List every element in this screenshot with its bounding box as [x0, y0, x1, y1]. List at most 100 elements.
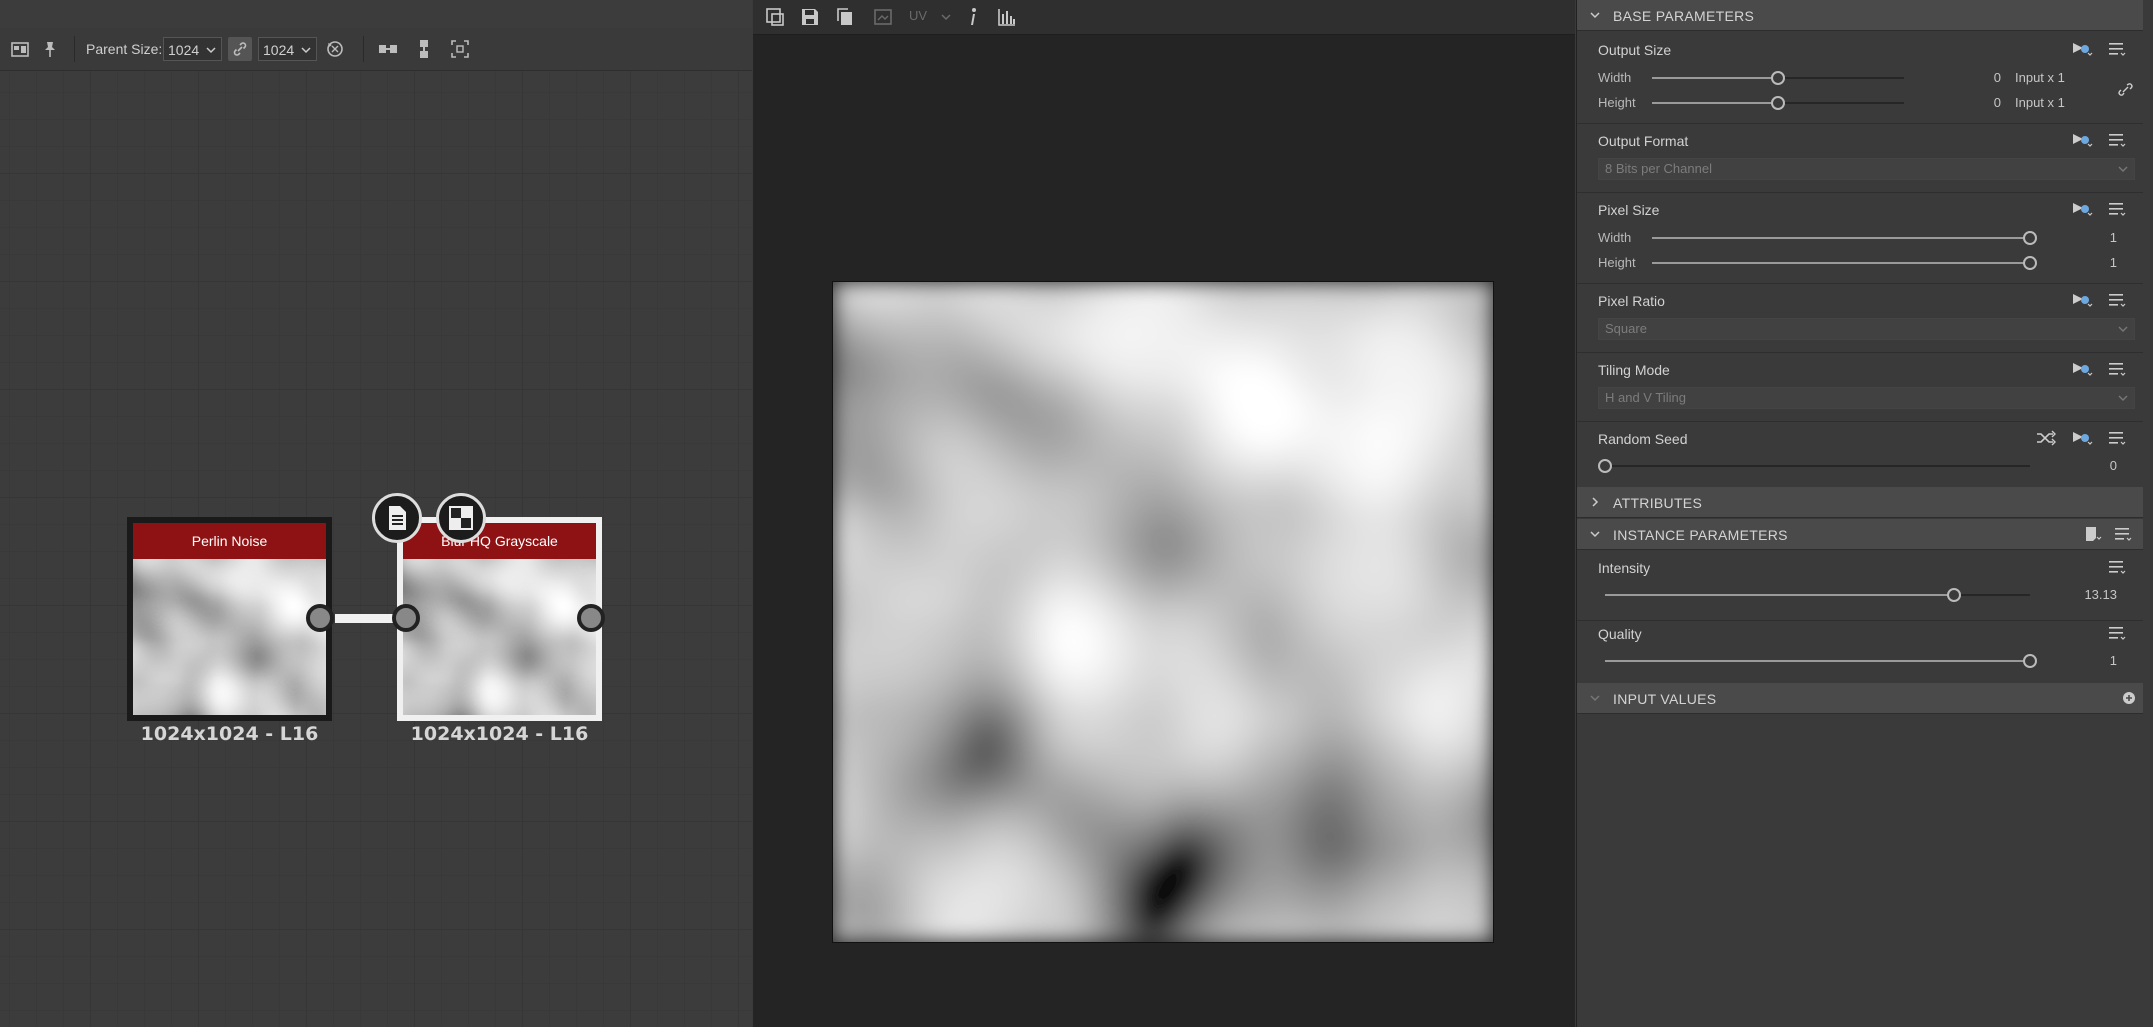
align-vertical-icon[interactable] [412, 37, 436, 61]
section-base-parameters[interactable]: BASE PARAMETERS [1577, 0, 2143, 31]
output-port[interactable] [577, 604, 605, 632]
link-size-icon[interactable] [2115, 80, 2137, 98]
parameter-menu-icon[interactable] [2107, 360, 2129, 378]
uv-menu[interactable]: UV [909, 8, 927, 23]
section-instance-parameters[interactable]: INSTANCE PARAMETERS [1577, 519, 2143, 550]
node-thumbnail [133, 559, 326, 715]
parameter-menu-icon[interactable] [2107, 558, 2129, 576]
parameter-menu-icon[interactable] [2107, 40, 2129, 58]
output-height-slider[interactable] [1652, 96, 1904, 110]
reset-size-icon[interactable] [323, 37, 347, 61]
output-size-title: Output Size [1598, 42, 1672, 58]
parameter-menu-icon[interactable] [2113, 525, 2135, 543]
intensity-value[interactable]: 13.13 [2057, 587, 2117, 602]
parameter-menu-icon[interactable] [2107, 429, 2129, 447]
document-badge-icon[interactable] [372, 493, 422, 543]
slider-knob[interactable] [1947, 588, 1961, 602]
save-icon[interactable] [798, 5, 822, 29]
exposed-parameter-icon[interactable] [2071, 200, 2093, 218]
node-caption: 1024x1024 - L16 [410, 723, 589, 745]
pixel-height-label: Height [1598, 255, 1636, 270]
chevron-down-icon [939, 6, 953, 26]
chevron-down-icon [2116, 322, 2130, 336]
random-seed-title: Random Seed [1598, 431, 1688, 447]
height-size-value: 1024 [263, 42, 295, 58]
quality-slider[interactable] [1605, 654, 2037, 668]
group-divider [1577, 620, 2143, 621]
output-format-title: Output Format [1598, 133, 1689, 149]
section-title: BASE PARAMETERS [1613, 8, 1755, 24]
graph-view-icon[interactable] [8, 37, 32, 61]
output-height-unit[interactable]: Input x 1 [2015, 95, 2065, 110]
output-width-slider[interactable] [1652, 71, 1904, 85]
parameter-menu-icon[interactable] [2107, 291, 2129, 309]
group-divider [1577, 421, 2143, 422]
align-horizontal-icon[interactable] [376, 37, 400, 61]
texture-preview[interactable] [832, 281, 1494, 943]
exposed-parameter-icon[interactable] [2071, 429, 2093, 447]
preset-icon[interactable] [2083, 525, 2105, 543]
histogram-icon[interactable] [995, 5, 1019, 29]
display-options-icon[interactable] [871, 5, 895, 29]
slider-knob[interactable] [2023, 231, 2037, 245]
output-format-select[interactable]: 8 Bits per Channel [1598, 158, 2135, 180]
tiling-mode-value: H and V Tiling [1605, 390, 1686, 405]
slider-knob[interactable] [1598, 459, 1612, 473]
output-height-value[interactable]: 0 [1957, 95, 2001, 110]
intensity-title: Intensity [1598, 560, 1651, 576]
slider-knob[interactable] [2023, 256, 2037, 270]
info-icon[interactable] [961, 5, 985, 29]
node-blur-hq-grayscale[interactable]: Blur HQ Grayscale [397, 517, 602, 721]
chevron-down-icon [1587, 526, 1603, 542]
chevron-down-icon [2116, 391, 2130, 405]
random-seed-slider[interactable] [1598, 459, 2030, 473]
node-caption: 1024x1024 - L16 [140, 723, 319, 745]
copy-icon[interactable] [833, 5, 857, 29]
pixel-height-value[interactable]: 1 [2077, 255, 2117, 270]
chevron-down-icon [1587, 690, 1603, 706]
properties-panel: BASE PARAMETERS Output Size Width 0 Inpu… [1576, 0, 2153, 1027]
slider-knob[interactable] [1771, 71, 1785, 85]
pixel-width-value[interactable]: 1 [2077, 230, 2117, 245]
exposed-parameter-icon[interactable] [2071, 360, 2093, 378]
graph-canvas[interactable] [0, 71, 752, 1027]
checker-badge-icon[interactable] [436, 493, 486, 543]
output-format-value: 8 Bits per Channel [1605, 161, 1712, 176]
pixel-height-slider[interactable] [1652, 256, 2037, 270]
parameter-menu-icon[interactable] [2107, 200, 2129, 218]
output-width-unit[interactable]: Input x 1 [2015, 70, 2065, 85]
view-options-icon[interactable] [763, 5, 787, 29]
random-seed-value[interactable]: 0 [2077, 458, 2117, 473]
slider-knob[interactable] [1771, 96, 1785, 110]
parameter-menu-icon[interactable] [2107, 131, 2129, 149]
pixel-width-slider[interactable] [1652, 231, 2037, 245]
randomize-icon[interactable] [2035, 429, 2057, 447]
pixel-ratio-title: Pixel Ratio [1598, 293, 1665, 309]
exposed-parameter-icon[interactable] [2071, 291, 2093, 309]
toolbar-separator [363, 36, 364, 62]
quality-value[interactable]: 1 [2077, 653, 2117, 668]
tiling-mode-select[interactable]: H and V Tiling [1598, 387, 2135, 409]
input-port[interactable] [392, 604, 420, 632]
link-size-icon[interactable] [228, 37, 252, 61]
tiling-mode-title: Tiling Mode [1598, 362, 1670, 378]
slider-knob[interactable] [2023, 654, 2037, 668]
section-title: ATTRIBUTES [1613, 495, 1703, 511]
output-port[interactable] [306, 604, 334, 632]
section-input-values[interactable]: INPUT VALUES [1577, 683, 2143, 714]
output-height-label: Height [1598, 95, 1636, 110]
exposed-parameter-icon[interactable] [2071, 40, 2093, 58]
parameter-menu-icon[interactable] [2107, 624, 2129, 642]
2d-view-toolbar: UV [753, 0, 1575, 35]
width-size-select[interactable]: 1024 [163, 37, 222, 61]
exposed-parameter-icon[interactable] [2071, 131, 2093, 149]
pixel-ratio-select[interactable]: Square [1598, 318, 2135, 340]
frame-selection-icon[interactable] [448, 37, 472, 61]
node-perlin-noise[interactable]: Perlin Noise [127, 517, 332, 721]
intensity-slider[interactable] [1605, 588, 2030, 602]
add-icon[interactable] [2121, 690, 2137, 706]
output-width-value[interactable]: 0 [1957, 70, 2001, 85]
pin-icon[interactable] [38, 37, 62, 61]
section-attributes[interactable]: ATTRIBUTES [1577, 487, 2143, 518]
height-size-select[interactable]: 1024 [258, 37, 317, 61]
